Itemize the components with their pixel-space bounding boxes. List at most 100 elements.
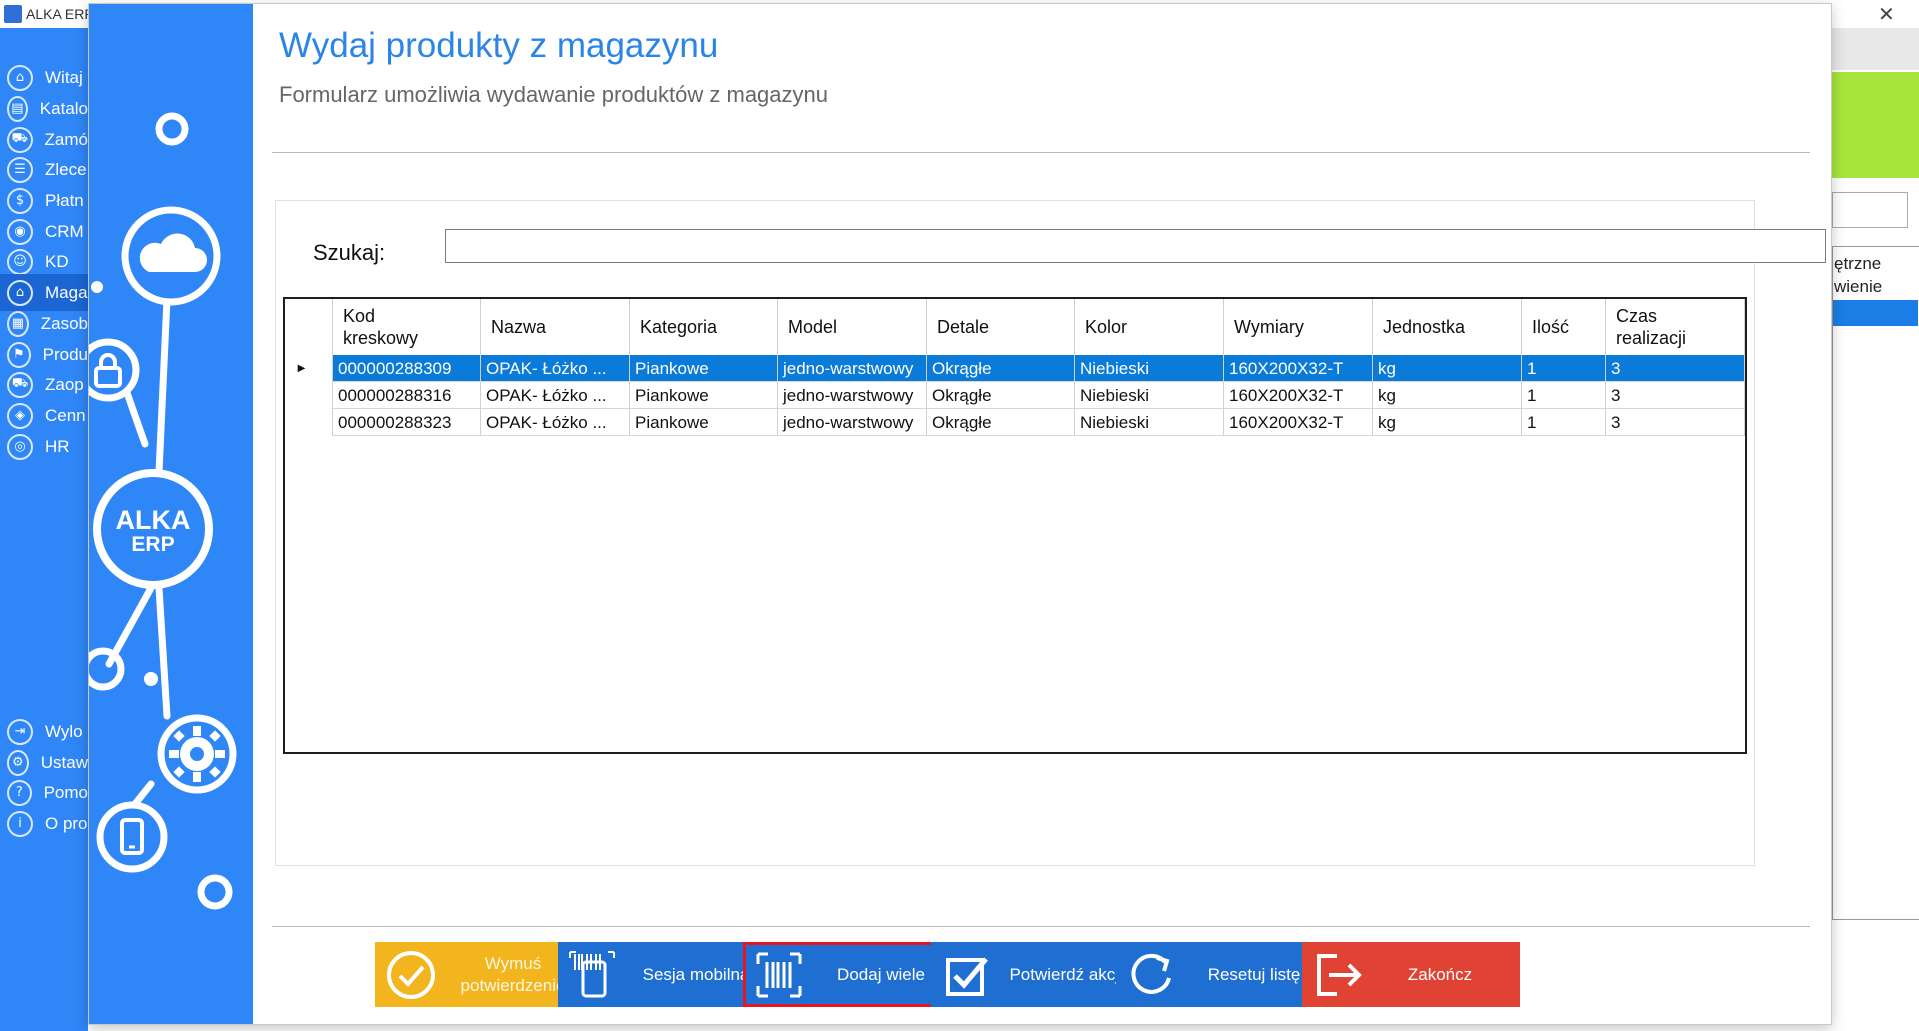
- app-logo-icon: [4, 5, 22, 23]
- table-cell[interactable]: 1: [1522, 382, 1606, 409]
- table-cell[interactable]: Piankowe: [630, 355, 778, 382]
- background-toolbar: [1832, 28, 1919, 70]
- column-header[interactable]: Jednostka: [1373, 299, 1522, 355]
- table-cell[interactable]: 160X200X32-T: [1224, 382, 1373, 409]
- row-header-cell[interactable]: ▶: [285, 355, 333, 382]
- sidebar-item-label: Maga: [45, 282, 88, 302]
- network-illustration: ALKA ERP: [89, 112, 237, 910]
- sidebar-item-label: HR: [45, 436, 70, 456]
- addmany-button[interactable]: Dodaj wiele: [743, 942, 961, 1007]
- row-header-cell[interactable]: [285, 409, 333, 436]
- table-cell[interactable]: Okrągłe: [927, 382, 1075, 409]
- column-header[interactable]: Model: [778, 299, 927, 355]
- sidebar-item-label: Cenn: [45, 405, 86, 425]
- column-header[interactable]: Kategoria: [630, 299, 778, 355]
- sidebar-item-label: Pomo: [43, 782, 88, 802]
- table-cell[interactable]: Okrągłe: [927, 355, 1075, 382]
- column-header[interactable]: Kolor: [1075, 299, 1224, 355]
- table-cell[interactable]: 3: [1606, 409, 1745, 436]
- cloud-icon: [121, 206, 221, 306]
- sidebar-item-label: Ustaw: [40, 752, 88, 772]
- sidebar-item-label: CRM: [45, 221, 84, 241]
- search-input[interactable]: [445, 229, 1826, 263]
- table-cell[interactable]: Niebieski: [1075, 355, 1224, 382]
- sidebar-item-label: Zaop: [45, 374, 84, 394]
- table-cell[interactable]: Piankowe: [630, 382, 778, 409]
- table-cell[interactable]: 3: [1606, 355, 1745, 382]
- column-header[interactable]: Kod kreskowy: [333, 299, 481, 355]
- table-cell[interactable]: 160X200X32-T: [1224, 355, 1373, 382]
- table-cell[interactable]: 160X200X32-T: [1224, 409, 1373, 436]
- main-sidebar: ⌂ Witaj ▤ Katalo ⛟ Zamó ☰ Zlece $ Płatn ◉ CRM ☺ KD ⌂ Ma…: [0, 28, 88, 1031]
- finish-button[interactable]: Zakończ: [1302, 942, 1520, 1007]
- table-cell[interactable]: 1: [1522, 409, 1606, 436]
- row-header-cell[interactable]: [285, 382, 333, 409]
- exit-icon: [1308, 945, 1368, 1005]
- footer-divider: [272, 926, 1810, 927]
- table-cell[interactable]: 3: [1606, 382, 1745, 409]
- table-cell[interactable]: Niebieski: [1075, 382, 1224, 409]
- table-cell[interactable]: kg: [1373, 382, 1522, 409]
- dialog-subtitle: Formularz umożliwia wydawanie produktów …: [279, 82, 829, 107]
- close-icon[interactable]: ✕: [1878, 2, 1895, 26]
- barcode-scan-icon: [749, 945, 809, 1005]
- sidebar-item-label: Płatn: [45, 190, 84, 210]
- dialog-decorative-panel: ALKA ERP: [89, 4, 253, 1024]
- sidebar-bottom-item[interactable]: i O pro: [0, 805, 88, 842]
- info-icon: i: [7, 810, 33, 837]
- dollar-icon: $: [7, 187, 33, 214]
- gear-icon: [157, 714, 237, 794]
- sidebar-item[interactable]: ◎ HR: [0, 428, 88, 465]
- table-cell[interactable]: 1: [1522, 355, 1606, 382]
- column-header[interactable]: Nazwa: [481, 299, 630, 355]
- row-header-corner: [285, 299, 333, 355]
- column-header[interactable]: Ilość: [1522, 299, 1606, 355]
- table-row[interactable]: 000000288323 OPAK- Łóżko ... Piankowe jedno…: [285, 409, 1745, 436]
- table-cell[interactable]: jedno-warstwowy: [778, 409, 927, 436]
- refresh-icon: [1122, 945, 1182, 1005]
- table-row[interactable]: 000000288316 OPAK- Łóżko ... Piankowe jedno…: [285, 382, 1745, 409]
- background-green-tile[interactable]: [1832, 72, 1919, 178]
- sidebar-item-label: Wylo: [45, 721, 83, 741]
- table-cell[interactable]: 000000288316: [333, 382, 481, 409]
- help-icon: ?: [7, 779, 32, 806]
- background-search-input[interactable]: [1832, 192, 1908, 228]
- table-cell[interactable]: Piankowe: [630, 409, 778, 436]
- table-cell[interactable]: OPAK- Łóżko ...: [481, 409, 630, 436]
- table-cell[interactable]: jedno-warstwowy: [778, 382, 927, 409]
- background-text-line: wienie: [1834, 277, 1883, 296]
- product-icon: ⚑: [7, 341, 31, 368]
- list-icon: ☰: [7, 156, 33, 183]
- button-label: Zakończ: [1407, 964, 1473, 984]
- grid-header: Kod kreskowy Nazwa Kategoria Model Detale Kol…: [285, 299, 1745, 356]
- tag-icon: ◈: [7, 402, 33, 429]
- column-header[interactable]: Czas realizacji: [1606, 299, 1745, 355]
- background-selected-row[interactable]: [1833, 300, 1918, 326]
- table-cell[interactable]: Okrągłe: [927, 409, 1075, 436]
- truck-icon: ⛟: [7, 371, 33, 398]
- issue-products-dialog: ALKA ERP Wydaj produkty z magazynu Formu…: [89, 4, 1831, 1024]
- logout-icon: ⇥: [7, 718, 33, 745]
- table-cell[interactable]: kg: [1373, 355, 1522, 382]
- products-grid[interactable]: Kod kreskowy Nazwa Kategoria Model Detale Kol…: [283, 297, 1747, 754]
- table-cell[interactable]: Niebieski: [1075, 409, 1224, 436]
- sidebar-item-label: O pro: [45, 813, 88, 833]
- column-header[interactable]: Wymiary: [1224, 299, 1373, 355]
- table-cell[interactable]: OPAK- Łóżko ...: [481, 382, 630, 409]
- person-icon: ☺: [7, 248, 33, 275]
- table-cell[interactable]: 000000288309: [333, 355, 481, 382]
- decor-ring: [89, 647, 125, 691]
- table-cell[interactable]: kg: [1373, 409, 1522, 436]
- decor-ring: [155, 112, 189, 146]
- table-cell[interactable]: jedno-warstwowy: [778, 355, 927, 382]
- check-circle-icon: [381, 945, 441, 1005]
- cart-icon: ⛟: [7, 126, 33, 153]
- checkbox-icon: [937, 945, 997, 1005]
- column-header[interactable]: Detale: [927, 299, 1075, 355]
- phone-icon: [96, 801, 168, 873]
- sidebar-item-label: Katalo: [39, 98, 88, 118]
- table-cell[interactable]: 000000288323: [333, 409, 481, 436]
- table-cell[interactable]: OPAK- Łóżko ...: [481, 355, 630, 382]
- table-row[interactable]: ▶ 000000288309 OPAK- Łóżko ... Piankowe jedn…: [285, 355, 1745, 382]
- sidebar-item-label: Produ: [42, 344, 88, 364]
